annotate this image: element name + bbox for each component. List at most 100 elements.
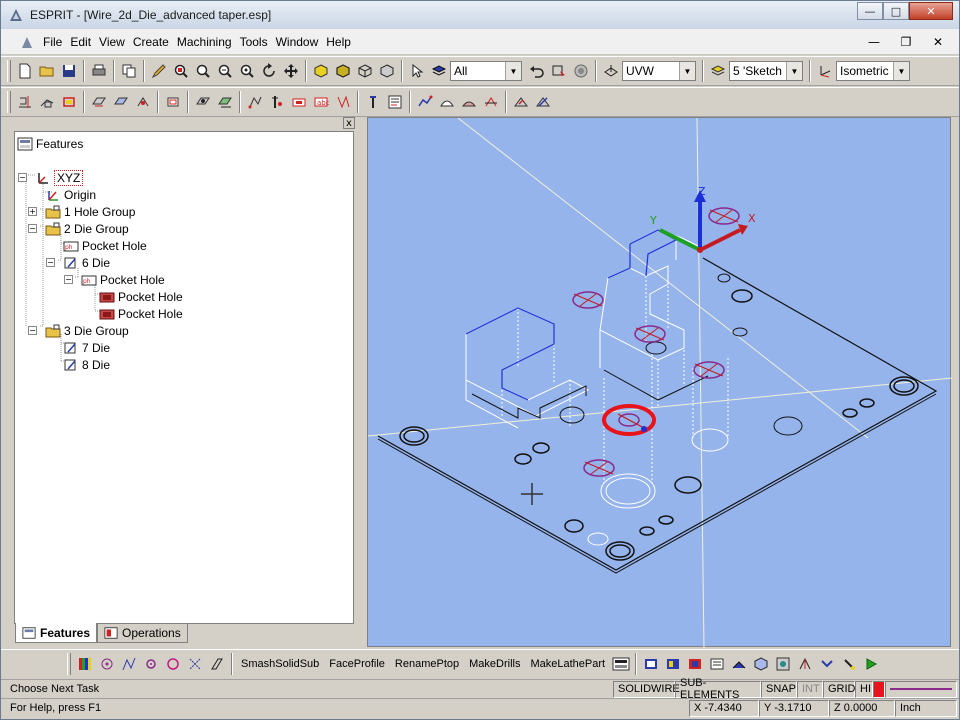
active-color-swatch[interactable] xyxy=(873,680,885,698)
pan-button[interactable] xyxy=(280,60,302,82)
feature-button-9[interactable] xyxy=(436,91,458,113)
menu-tools[interactable]: Tools xyxy=(236,35,272,49)
arc-tool-button[interactable] xyxy=(162,653,184,675)
chevron-down-icon[interactable]: ▼ xyxy=(679,62,695,80)
new-file-button[interactable] xyxy=(14,60,36,82)
snap-mode[interactable]: SNAP xyxy=(761,680,797,698)
feature-button-10[interactable] xyxy=(458,91,480,113)
feature-button-12[interactable] xyxy=(510,91,532,113)
simulate-button-2[interactable] xyxy=(662,653,684,675)
wire-op-button-2[interactable] xyxy=(36,91,58,113)
makedrills-button[interactable]: MakeDrills xyxy=(464,658,525,670)
renameptop-button[interactable]: RenamePtop xyxy=(390,658,464,670)
tree-node[interactable]: ph Pocket Hole xyxy=(63,237,147,254)
toolbar-grip[interactable] xyxy=(67,652,71,675)
rotate-button[interactable] xyxy=(258,60,280,82)
esprit-app-icon[interactable] xyxy=(8,7,24,23)
hi-mode[interactable]: HI xyxy=(855,680,873,698)
tree-expander[interactable]: − xyxy=(46,258,55,267)
minimize-button[interactable]: — xyxy=(857,2,883,20)
wire-op-button-6[interactable] xyxy=(132,91,154,113)
wire-op-button-8[interactable] xyxy=(192,91,214,113)
zoom-window-button[interactable] xyxy=(170,60,192,82)
tree-node[interactable]: Pocket Hole xyxy=(99,288,183,305)
graphics-viewport[interactable]: Z X Y xyxy=(367,117,953,649)
print-button[interactable] xyxy=(88,60,110,82)
tree-expander[interactable]: − xyxy=(28,224,37,233)
play-simulation-button[interactable] xyxy=(860,653,882,675)
feature-button-7[interactable] xyxy=(384,91,406,113)
feature-button-5[interactable] xyxy=(332,91,354,113)
segment-tool-button[interactable] xyxy=(118,653,140,675)
toolbar-grip[interactable] xyxy=(7,60,11,82)
open-file-button[interactable] xyxy=(36,60,58,82)
tab-operations[interactable]: Operations xyxy=(97,623,188,643)
menu-view[interactable]: View xyxy=(95,35,129,49)
zoom-out-button[interactable] xyxy=(214,60,236,82)
wire-op-button-3[interactable] xyxy=(58,91,80,113)
maximize-button[interactable]: □ xyxy=(883,2,909,20)
workplane-button[interactable] xyxy=(600,60,622,82)
record-button[interactable] xyxy=(570,60,592,82)
die-profile-contour[interactable] xyxy=(465,229,678,401)
sketch-tool-button[interactable] xyxy=(206,653,228,675)
color-palette-button[interactable] xyxy=(74,653,96,675)
panel-close-button[interactable]: x xyxy=(343,117,355,129)
document-close-button[interactable]: ✕ xyxy=(925,33,951,51)
simulate-button-7[interactable] xyxy=(772,653,794,675)
tree-node[interactable]: 8 Die xyxy=(63,356,110,373)
tree-expander[interactable]: − xyxy=(18,173,27,182)
layer-filter-button[interactable] xyxy=(428,60,450,82)
tree-node[interactable]: XYZ xyxy=(35,169,84,186)
wire-op-button-7[interactable] xyxy=(162,91,184,113)
shaded-edges-button[interactable] xyxy=(332,60,354,82)
pan-select-button[interactable] xyxy=(148,60,170,82)
simulate-button-9[interactable] xyxy=(816,653,838,675)
pocket-hole-markers[interactable] xyxy=(572,207,740,477)
feature-button-2[interactable] xyxy=(266,91,288,113)
menu-edit[interactable]: Edit xyxy=(66,35,95,49)
circle-tool-button[interactable] xyxy=(140,653,162,675)
copy-button[interactable] xyxy=(118,60,140,82)
menu-machining[interactable]: Machining xyxy=(173,35,236,49)
simulate-button-6[interactable] xyxy=(750,653,772,675)
document-restore-button[interactable]: ❐ xyxy=(893,33,919,51)
wire-op-button-1[interactable] xyxy=(14,91,36,113)
tree-node[interactable]: 2 Die Group xyxy=(45,220,129,237)
trim-tool-button[interactable] xyxy=(184,653,206,675)
chevron-down-icon[interactable]: ▼ xyxy=(893,62,909,80)
tree-node[interactable]: 3 Die Group xyxy=(45,322,129,339)
hidden-line-button[interactable] xyxy=(376,60,398,82)
save-button[interactable] xyxy=(58,60,80,82)
layer-button[interactable] xyxy=(707,60,729,82)
tree-node[interactable]: ph Pocket Hole xyxy=(81,271,165,288)
feature-button-3[interactable] xyxy=(288,91,310,113)
workplane-combo[interactable]: UVW ▼ xyxy=(622,61,696,81)
tree-expander[interactable]: − xyxy=(64,275,73,284)
undo-button[interactable] xyxy=(526,60,548,82)
wireframe-button[interactable] xyxy=(354,60,376,82)
grid-mode[interactable]: GRID xyxy=(823,680,856,698)
tree-node[interactable]: Pocket Hole xyxy=(99,305,183,322)
makelathepart-button[interactable]: MakeLathePart xyxy=(525,658,610,670)
tree-node[interactable]: 7 Die xyxy=(63,339,110,356)
feature-button-1[interactable] xyxy=(244,91,266,113)
feature-button-8[interactable] xyxy=(414,91,436,113)
die-pocket-wireframe[interactable] xyxy=(465,229,729,546)
simulate-button-10[interactable] xyxy=(838,653,860,675)
document-icon[interactable] xyxy=(19,34,35,50)
zoom-in-button[interactable] xyxy=(192,60,214,82)
int-mode[interactable]: INT xyxy=(797,680,823,698)
tree-expander[interactable]: + xyxy=(28,207,37,216)
document-minimize-button[interactable]: — xyxy=(861,33,887,51)
die-plate-outline[interactable] xyxy=(377,257,938,571)
wire-op-button-4[interactable] xyxy=(88,91,110,113)
zoom-fit-button[interactable] xyxy=(236,60,258,82)
simulate-button-5[interactable] xyxy=(728,653,750,675)
wire-op-button-9[interactable] xyxy=(214,91,236,113)
layer-combo[interactable]: 5 'Sketch G ▼ xyxy=(729,61,803,81)
units-indicator[interactable]: Inch xyxy=(895,699,957,717)
line-style-indicator[interactable] xyxy=(885,680,957,698)
tree-expander[interactable]: − xyxy=(28,326,37,335)
smashsolidsub-button[interactable]: SmashSolidSub xyxy=(236,658,324,670)
